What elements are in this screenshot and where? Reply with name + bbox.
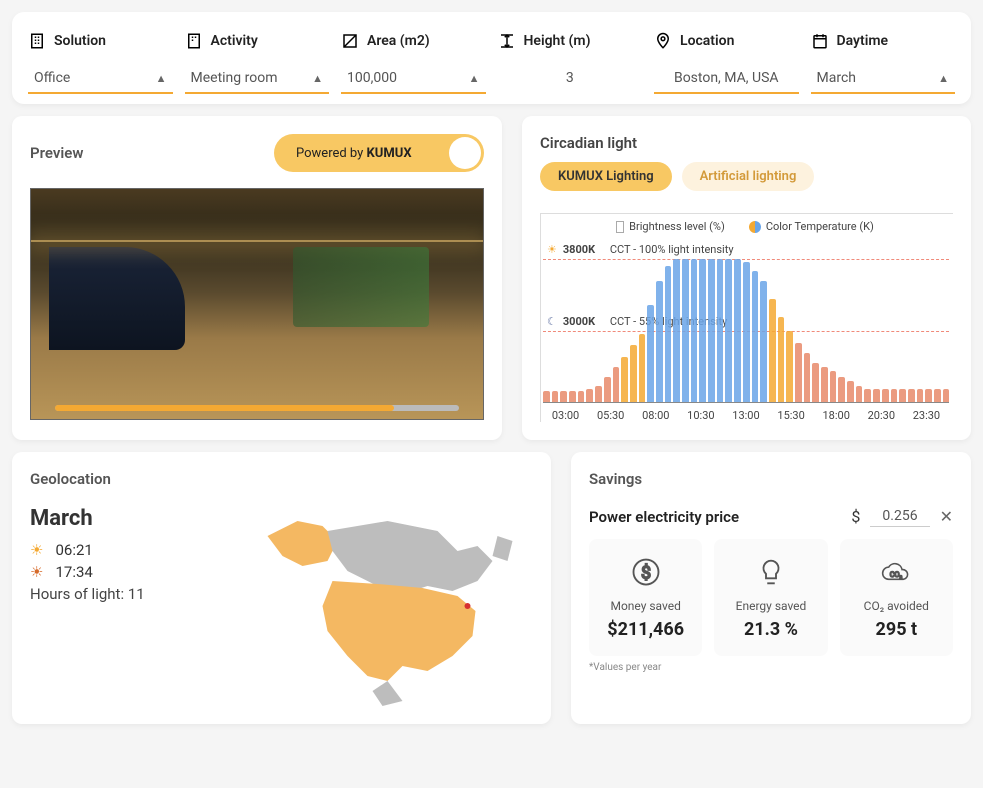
field-daytime: Daytime March ▲ xyxy=(811,32,956,94)
location-icon xyxy=(654,32,672,50)
label-text: Height (m) xyxy=(524,33,591,49)
x-axis-ticks: 03:0005:3008:0010:3013:0015:3018:0020:30… xyxy=(541,409,949,422)
height-icon xyxy=(498,32,516,50)
hours-of-light: Hours of light: 11 xyxy=(30,585,210,603)
label-text: Daytime xyxy=(837,33,889,49)
building-icon xyxy=(185,32,203,50)
clear-icon[interactable]: ✕ xyxy=(940,507,953,526)
select-value: Meeting room xyxy=(191,70,278,86)
sunrise-icon: ☀ xyxy=(30,541,43,559)
circadian-chart: Brightness level (%) Color Temperature (… xyxy=(540,213,953,422)
field-label: Height (m) xyxy=(498,32,643,50)
sunrise-value: 06:21 xyxy=(55,541,92,559)
preview-title: Preview xyxy=(30,144,83,162)
field-location: Location Boston, MA, USA xyxy=(654,32,799,94)
svg-text:$: $ xyxy=(641,562,651,583)
legend-brightness: Brightness level (%) xyxy=(616,220,725,233)
svg-text:CO₂: CO₂ xyxy=(890,570,903,579)
toggle-knob xyxy=(449,137,481,169)
slider-fill xyxy=(55,405,394,411)
card-value: 21.3 % xyxy=(722,619,819,640)
chevron-up-icon: ▲ xyxy=(938,72,949,85)
select-activity[interactable]: Meeting room ▲ xyxy=(185,64,330,94)
sunrise-row: ☀ 06:21 xyxy=(30,541,210,559)
toggle-label: Powered by KUMUX xyxy=(296,146,412,161)
chevron-up-icon: ▲ xyxy=(312,72,323,85)
card-value: 295 t xyxy=(848,619,945,640)
geolocation-month: March xyxy=(30,506,210,531)
scene-image xyxy=(31,189,483,419)
cloud-co2-icon: CO₂ xyxy=(848,555,945,589)
select-area[interactable]: 100,000 ▲ xyxy=(341,64,486,94)
card-value: $211,466 xyxy=(597,619,694,640)
select-value: Office xyxy=(34,70,70,86)
select-value: 100,000 xyxy=(347,70,397,86)
halfcircle-icon xyxy=(749,221,761,233)
circadian-card: Circadian light KUMUX Lighting Artificia… xyxy=(522,116,971,440)
select-daytime[interactable]: March ▲ xyxy=(811,64,956,94)
select-solution[interactable]: Office ▲ xyxy=(28,64,173,94)
select-value: Boston, MA, USA xyxy=(674,70,779,86)
area-icon xyxy=(341,32,359,50)
select-location[interactable]: Boston, MA, USA xyxy=(654,64,799,94)
circadian-title: Circadian light xyxy=(540,134,953,152)
price-label: Power electricity price xyxy=(589,508,739,526)
sunset-value: 17:34 xyxy=(55,563,92,581)
savings-footnote: *Values per year xyxy=(589,662,953,673)
field-label: Location xyxy=(654,32,799,50)
field-label: Activity xyxy=(185,32,330,50)
building-icon xyxy=(28,32,46,50)
select-value: March xyxy=(817,70,857,86)
sunset-row: ☀ 17:34 xyxy=(30,563,210,581)
field-area: Area (m2) 100,000 ▲ xyxy=(341,32,486,94)
chevron-up-icon: ▲ xyxy=(156,72,167,85)
geolocation-card: Geolocation March ☀ 06:21 ☀ 17:34 Hours of… xyxy=(12,452,551,724)
tab-kumux-lighting[interactable]: KUMUX Lighting xyxy=(540,162,672,191)
field-label: Solution xyxy=(28,32,173,50)
energy-saved-card: Energy saved 21.3 % xyxy=(714,539,827,656)
time-slider[interactable] xyxy=(55,405,459,411)
select-value: 3 xyxy=(566,70,574,86)
calendar-icon xyxy=(811,32,829,50)
savings-card: Savings Power electricity price $ 0.256 … xyxy=(571,452,971,724)
chart-bars xyxy=(543,243,949,403)
preview-render xyxy=(30,188,484,420)
legend-color-temp: Color Temperature (K) xyxy=(749,220,874,233)
location-marker xyxy=(465,603,471,609)
card-label: Energy saved xyxy=(722,599,819,613)
preview-card: Preview Powered by KUMUX xyxy=(12,116,502,440)
co2-avoided-card: CO₂ CO₂ avoided 295 t xyxy=(840,539,953,656)
config-header: Solution Office ▲ Activity Meeting room … xyxy=(12,12,971,104)
geolocation-title: Geolocation xyxy=(30,470,533,488)
label-text: Area (m2) xyxy=(367,33,430,49)
chevron-up-icon: ▲ xyxy=(469,72,480,85)
price-input[interactable]: 0.256 xyxy=(870,506,929,527)
dollar-icon: $ xyxy=(597,555,694,589)
bulb-icon xyxy=(722,555,819,589)
currency-symbol: $ xyxy=(851,507,860,526)
chart-legend: Brightness level (%) Color Temperature (… xyxy=(541,220,949,233)
label-text: Activity xyxy=(211,33,258,49)
card-label: CO₂ avoided xyxy=(848,599,945,613)
savings-title: Savings xyxy=(589,470,953,488)
powered-by-toggle[interactable]: Powered by KUMUX xyxy=(274,134,484,172)
tab-artificial-lighting[interactable]: Artificial lighting xyxy=(682,162,815,191)
card-label: Money saved xyxy=(597,599,694,613)
label-text: Solution xyxy=(54,33,106,49)
map xyxy=(222,506,533,706)
field-label: Daytime xyxy=(811,32,956,50)
field-height: Height (m) 3 xyxy=(498,32,643,94)
label-text: Location xyxy=(680,33,734,49)
money-saved-card: $ Money saved $211,466 xyxy=(589,539,702,656)
bar-icon xyxy=(616,221,624,233)
field-label: Area (m2) xyxy=(341,32,486,50)
field-solution: Solution Office ▲ xyxy=(28,32,173,94)
sunset-icon: ☀ xyxy=(30,563,43,581)
input-height[interactable]: 3 xyxy=(498,64,643,94)
north-america-map xyxy=(222,506,533,706)
field-activity: Activity Meeting room ▲ xyxy=(185,32,330,94)
